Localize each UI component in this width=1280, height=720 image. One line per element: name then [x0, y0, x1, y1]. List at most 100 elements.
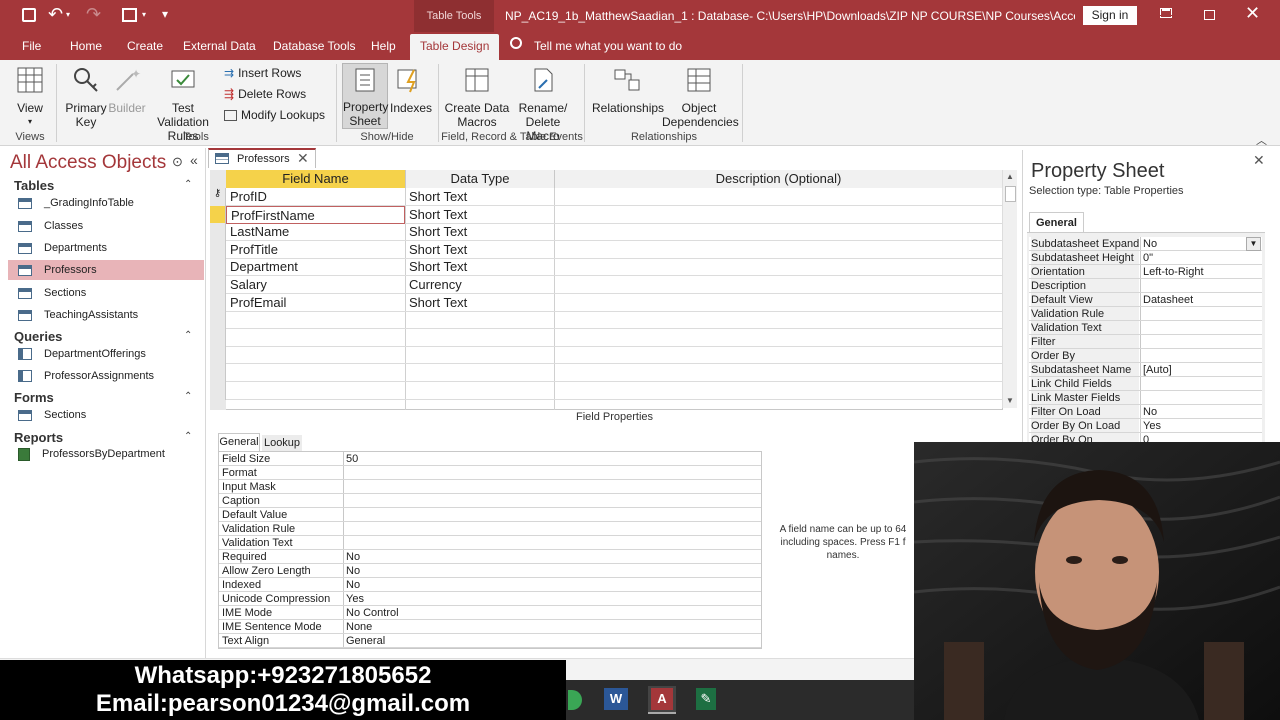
row-selector[interactable] [210, 311, 226, 330]
save-icon[interactable] [22, 8, 36, 22]
property-value[interactable]: [Auto] [1143, 363, 1172, 376]
property-row[interactable]: Order By [1029, 349, 1262, 363]
row-selector[interactable] [210, 240, 226, 259]
data-type-cell[interactable]: Short Text [406, 188, 554, 206]
nav-item[interactable]: Sections [8, 405, 204, 425]
property-row[interactable]: Description [1029, 279, 1262, 293]
field-name-cell[interactable]: Department [226, 258, 405, 276]
primary-key-button[interactable]: Primary Key [64, 66, 108, 129]
field-property-row[interactable]: Required No [219, 550, 761, 564]
collapse-group-icon[interactable]: ⌃ [184, 431, 192, 442]
nav-item[interactable]: ProfessorAssignments [8, 366, 204, 386]
data-type-cell[interactable]: Short Text [406, 241, 554, 259]
access-icon[interactable]: A [651, 688, 673, 710]
relationships-button[interactable]: Relationships [592, 66, 664, 115]
nav-item[interactable]: TeachingAssistants [8, 305, 204, 325]
table-row[interactable] [210, 329, 1002, 347]
indexes-button[interactable]: Indexes [390, 66, 432, 115]
property-value[interactable]: Yes [1143, 419, 1161, 432]
tab-database-tools[interactable]: Database Tools [273, 39, 356, 53]
nav-group-tables[interactable]: Tables [14, 178, 198, 193]
field-property-row[interactable]: Validation Text [219, 536, 761, 550]
nav-menu-chevron-icon[interactable]: ⊙ [172, 154, 183, 170]
fp-tab-lookup[interactable]: Lookup [262, 435, 302, 451]
field-property-row[interactable]: Input Mask [219, 480, 761, 494]
restore-icon[interactable] [1204, 10, 1215, 20]
field-property-value[interactable]: No Control [346, 606, 399, 620]
insert-rows-button[interactable]: ⇉ Insert Rows [224, 66, 301, 80]
row-selector[interactable] [210, 223, 226, 242]
nav-item[interactable]: ProfessorsByDepartment [8, 444, 204, 464]
field-name-cell[interactable]: ProfEmail [226, 294, 405, 312]
field-property-row[interactable]: Default Value [219, 508, 761, 522]
property-row[interactable]: Subdatasheet Name [Auto] [1029, 363, 1262, 377]
modify-lookups-button[interactable]: Modify Lookups [224, 108, 325, 122]
field-property-value[interactable]: Yes [346, 592, 364, 606]
property-row[interactable]: Filter On Load No [1029, 405, 1262, 419]
scroll-up-icon[interactable]: ▲ [1006, 172, 1014, 181]
field-property-row[interactable]: Text Align General [219, 634, 761, 648]
word-icon[interactable]: W [604, 688, 628, 710]
property-value[interactable]: No [1143, 405, 1157, 418]
nav-title[interactable]: All Access Objects [10, 152, 166, 174]
row-selector[interactable] [210, 205, 226, 224]
field-property-row[interactable]: Caption [219, 494, 761, 508]
nav-item[interactable]: _GradingInfoTable [8, 193, 204, 213]
field-property-row[interactable]: Field Size 50 [219, 452, 761, 466]
property-row[interactable]: Link Child Fields [1029, 377, 1262, 391]
view-button[interactable]: View ▾ [12, 66, 48, 129]
property-row[interactable]: Orientation Left-to-Right [1029, 265, 1262, 279]
property-value[interactable]: Left-to-Right [1143, 265, 1204, 278]
table-row[interactable] [210, 382, 1002, 400]
grid-scrollbar[interactable]: ▲ ▼ [1002, 170, 1017, 408]
row-selector[interactable] [210, 346, 226, 365]
field-name-cell[interactable]: LastName [226, 223, 405, 241]
property-row[interactable]: Subdatasheet Height 0" [1029, 251, 1262, 265]
field-name-cell[interactable]: ProfFirstName [226, 205, 405, 224]
header-field-name[interactable]: Field Name [226, 170, 406, 188]
tab-table-design[interactable]: Table Design [410, 34, 500, 60]
row-selector[interactable] [210, 276, 226, 294]
field-property-row[interactable]: Allow Zero Length No [219, 564, 761, 578]
property-row[interactable]: Validation Rule [1029, 307, 1262, 321]
header-data-type[interactable]: Data Type [406, 170, 555, 188]
collapse-group-icon[interactable]: ⌃ [184, 330, 192, 341]
tab-help[interactable]: Help [371, 39, 396, 53]
field-property-value[interactable]: No [346, 564, 360, 578]
object-dependencies-button[interactable]: Object Dependencies [662, 66, 739, 129]
property-value[interactable]: 0" [1143, 251, 1153, 264]
tab-file[interactable]: File [22, 39, 41, 53]
property-row[interactable]: Subdatasheet Expanded No [1029, 237, 1262, 251]
sign-in-button[interactable]: Sign in [1083, 6, 1137, 25]
field-property-row[interactable]: Indexed No [219, 578, 761, 592]
row-selector[interactable] [210, 364, 226, 382]
field-property-row[interactable]: Unicode Compression Yes [219, 592, 761, 606]
undo-icon[interactable]: ↶ [48, 4, 63, 25]
property-row[interactable]: Filter [1029, 335, 1262, 349]
dropdown-icon[interactable]: ▾ [142, 10, 146, 19]
field-property-row[interactable]: IME Sentence Mode None [219, 620, 761, 634]
excel-icon[interactable]: ✎ [696, 688, 716, 710]
nav-item[interactable]: Sections [8, 283, 204, 303]
create-data-macros-button[interactable]: Create Data Macros [444, 66, 510, 129]
scroll-thumb[interactable] [1005, 186, 1016, 202]
property-row[interactable]: Order By On Load Yes [1029, 419, 1262, 433]
collapse-group-icon[interactable]: ⌃ [184, 391, 192, 402]
nav-item[interactable]: DepartmentOfferings [8, 344, 204, 364]
scroll-down-icon[interactable]: ▼ [1006, 396, 1014, 405]
data-type-cell[interactable]: Short Text [406, 294, 554, 312]
tab-home[interactable]: Home [70, 39, 102, 53]
nav-item[interactable]: Departments [8, 238, 204, 258]
field-property-row[interactable]: Format [219, 466, 761, 480]
form-view-icon[interactable] [122, 8, 137, 22]
property-row[interactable]: Validation Text [1029, 321, 1262, 335]
row-selector[interactable] [210, 381, 226, 400]
property-row[interactable]: Default View Datasheet [1029, 293, 1262, 307]
table-row[interactable] [210, 311, 1002, 330]
primary-key-row-icon[interactable]: ⚷ [210, 188, 226, 206]
table-row[interactable] [210, 364, 1002, 382]
doc-tab-professors[interactable]: Professors ✕ [208, 148, 316, 168]
customize-qat-icon[interactable]: ▾ [162, 7, 168, 21]
data-type-cell[interactable]: Currency [406, 276, 554, 294]
field-name-cell[interactable]: ProfTitle [226, 241, 405, 259]
